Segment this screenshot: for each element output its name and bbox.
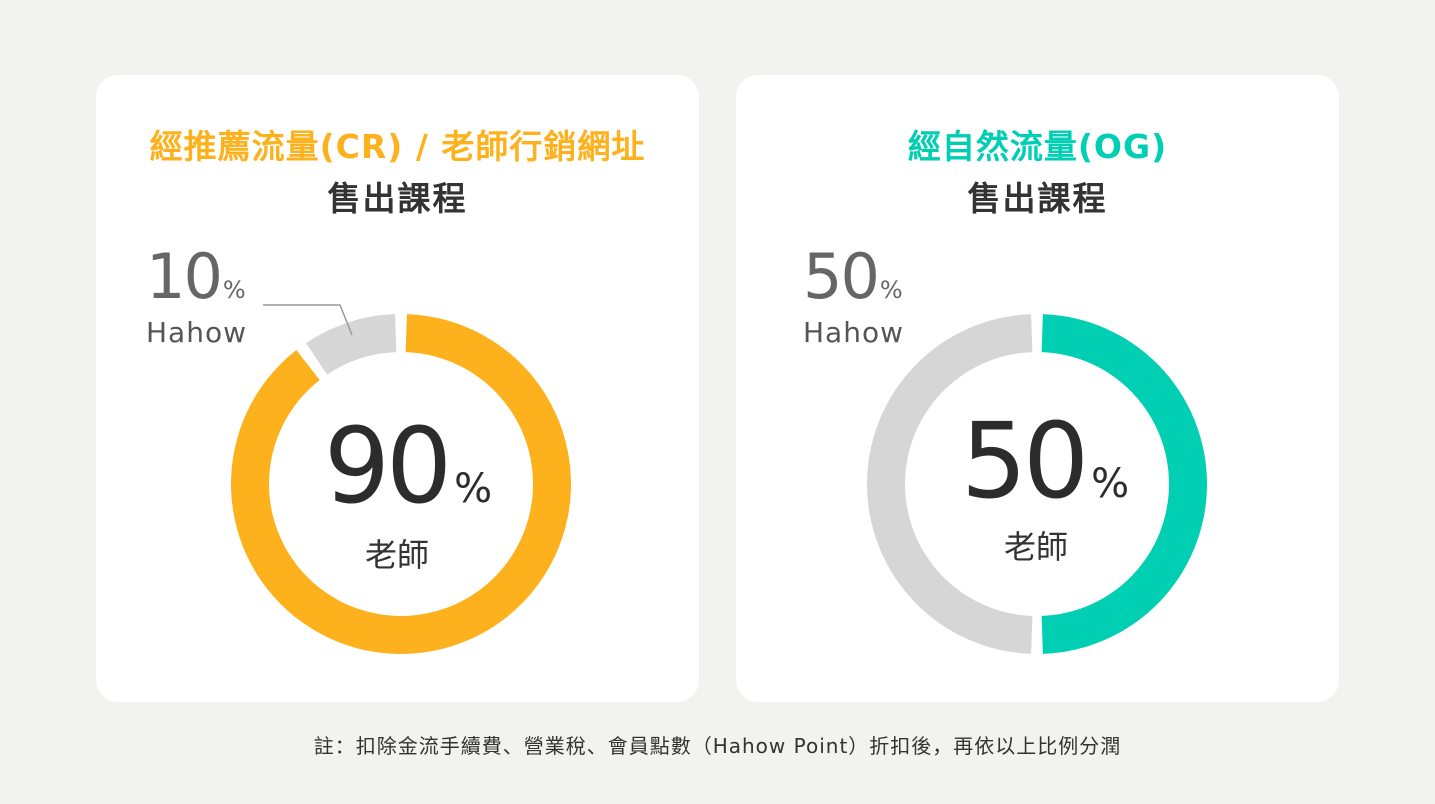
- hahow-percent-value-cr: 10: [146, 240, 223, 313]
- teacher-label-og: 老師: [1003, 528, 1068, 566]
- hahow-percent-og: 50%: [803, 240, 903, 313]
- hahow-percent-value-og: 50: [803, 240, 880, 313]
- teacher-percent-cr: 90%: [278, 405, 538, 527]
- teacher-label-cr: 老師: [364, 536, 429, 574]
- hahow-label-og: Hahow: [803, 316, 904, 349]
- teacher-percent-value-cr: 90: [323, 405, 452, 527]
- teacher-percent-og: 50%: [915, 400, 1175, 522]
- teacher-percent-value-og: 50: [960, 400, 1089, 522]
- hahow-percent-cr: 10%: [146, 240, 246, 313]
- teacher-percent-unit-og: %: [1091, 461, 1130, 507]
- hahow-label-cr: Hahow: [146, 316, 247, 349]
- chart-title-og: 經自然流量(OG): [907, 127, 1168, 166]
- teacher-percent-unit-cr: %: [454, 466, 493, 512]
- footnote: 註：扣除金流手續費、營業稅、會員點數（Hahow Point）折扣後，再依以上比…: [313, 734, 1122, 758]
- hahow-percent-unit-cr: %: [222, 276, 246, 304]
- hahow-percent-unit-og: %: [879, 276, 903, 304]
- chart-subtitle-og: 售出課程: [967, 179, 1108, 218]
